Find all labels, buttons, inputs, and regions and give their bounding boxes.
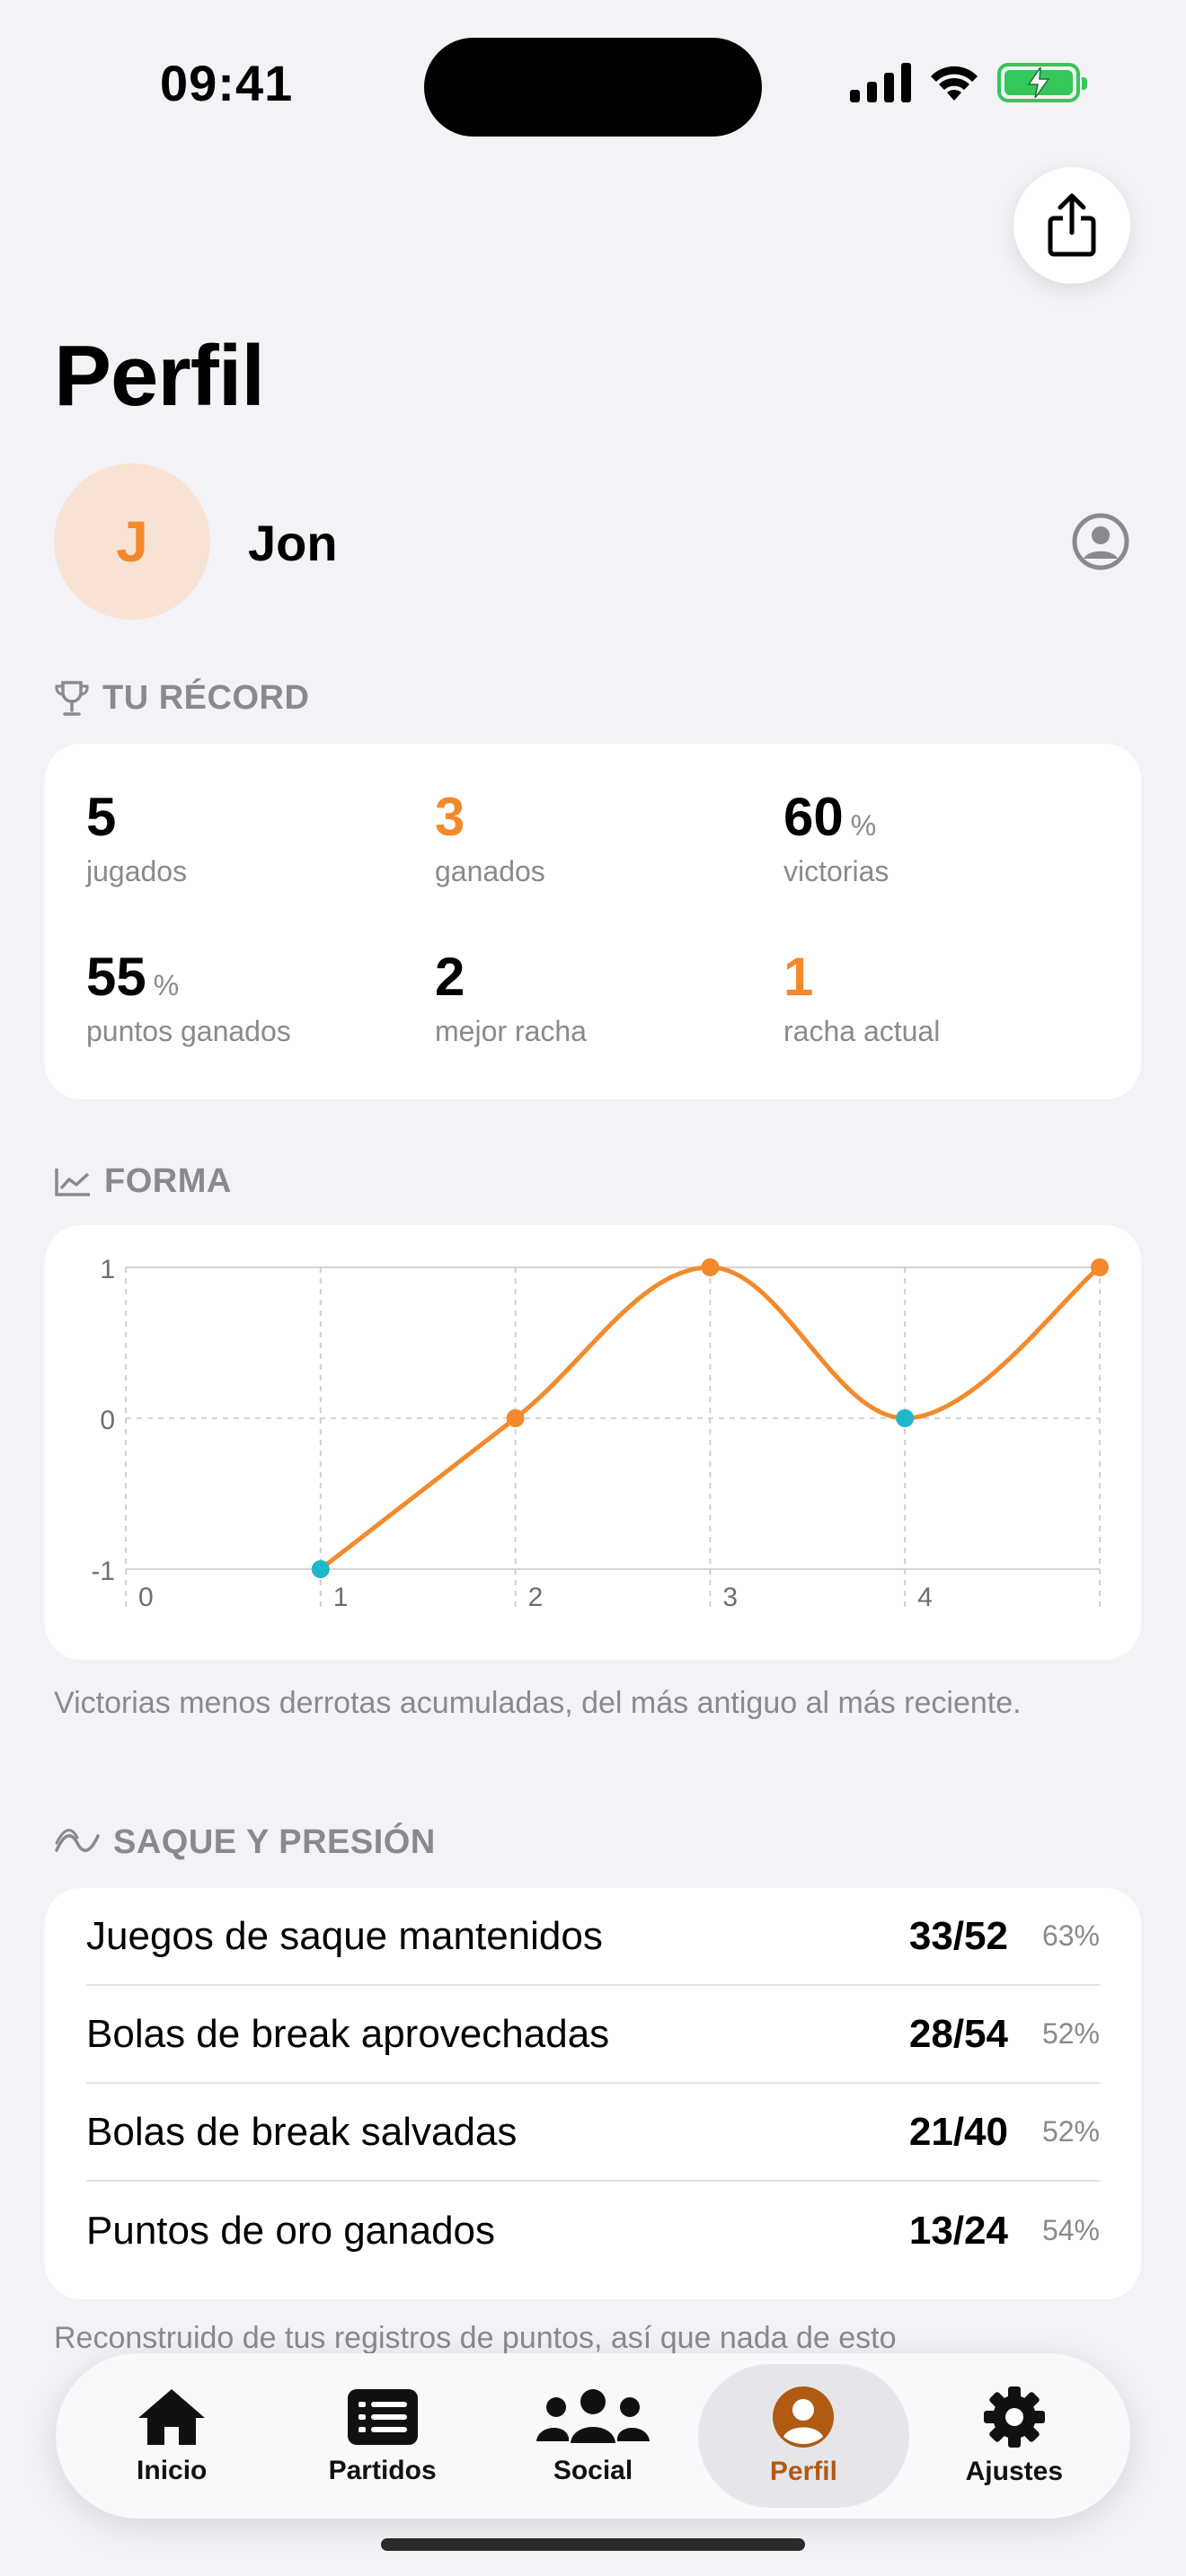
battery-icon (997, 63, 1087, 102)
person-icon (773, 2386, 835, 2448)
home-indicator (381, 2538, 805, 2551)
tab-ajustes[interactable]: Ajustes (909, 2364, 1120, 2508)
share-icon (1048, 193, 1096, 257)
y-tick-label: 0 (100, 1406, 115, 1435)
serve-row-percent: 52% (1041, 2017, 1100, 2050)
house-icon (138, 2389, 206, 2445)
tab-bar: Inicio Partidos Social Perfil Ajustes (56, 2353, 1130, 2519)
stat-value: 60 (783, 787, 844, 847)
status-icons (850, 63, 1087, 102)
avatar: J (54, 463, 210, 620)
wave-icon (55, 1828, 100, 1852)
serve-row-fraction: 28/54 (908, 2011, 1008, 2056)
serve-row: Puntos de oro ganados 13/24 54% (86, 2182, 1100, 2280)
trophy-icon (55, 680, 89, 716)
serve-row-label: Bolas de break salvadas (86, 2109, 518, 2154)
tab-label: Social (553, 2456, 633, 2485)
tab-partidos[interactable]: Partidos (277, 2364, 487, 2508)
stat-points-won: 55% puntos ganados (86, 950, 291, 1048)
serve-row-percent: 52% (1041, 2115, 1100, 2148)
serve-card: Juegos de saque mantenidos 33/52 63% Bol… (45, 1888, 1141, 2299)
serve-header-text: SAQUE Y PRESIÓN (113, 1823, 436, 1861)
tab-social[interactable]: Social (488, 2364, 698, 2508)
serve-row-label: Bolas de break aprovechadas (86, 2011, 610, 2056)
serve-row-fraction: 21/40 (908, 2109, 1008, 2154)
status-time: 09:41 (160, 55, 294, 111)
serve-row: Juegos de saque mantenidos 33/52 63% (86, 1888, 1100, 1986)
form-chart-card: 1 0 -1 0 1 2 3 4 (45, 1225, 1141, 1660)
list-icon (347, 2389, 418, 2445)
form-header-text: FORMA (104, 1162, 232, 1200)
stat-label: mejor racha (435, 1015, 587, 1047)
form-data-point (896, 1409, 915, 1427)
dynamic-island (424, 38, 762, 137)
y-tick-label: -1 (91, 1557, 115, 1586)
serve-section-header: SAQUE Y PRESIÓN (54, 1823, 436, 1862)
tab-label: Ajustes (965, 2457, 1064, 2486)
tab-label: Inicio (137, 2456, 208, 2485)
share-button[interactable] (1013, 167, 1130, 284)
serve-row-label: Juegos de saque mantenidos (86, 1913, 603, 1958)
stat-played: 5 jugados (86, 790, 187, 888)
stat-unit: % (850, 809, 877, 842)
stat-label: victorias (783, 855, 890, 887)
serve-footer-note: Reconstruido de tus registros de puntos,… (54, 2321, 897, 2355)
form-data-point (1091, 1258, 1109, 1276)
x-tick-label: 0 (138, 1583, 154, 1612)
stat-label: ganados (435, 855, 545, 887)
record-card: 5 jugados 3 ganados 60% victorias 55% pu… (45, 744, 1141, 1099)
x-tick-label: 1 (333, 1583, 349, 1612)
tab-label: Partidos (328, 2456, 437, 2485)
form-chart-caption: Victorias menos derrotas acumuladas, del… (54, 1686, 1022, 1720)
stat-value: 55 (86, 947, 146, 1007)
tab-perfil[interactable]: Perfil (698, 2364, 909, 2508)
x-tick-label: 2 (528, 1583, 544, 1612)
y-tick-label: 1 (100, 1255, 115, 1284)
stat-label: racha actual (783, 1015, 941, 1047)
stat-label: puntos ganados (86, 1015, 291, 1047)
form-data-point (506, 1409, 525, 1427)
serve-row-percent: 54% (1041, 2214, 1100, 2246)
record-section-header: TU RÉCORD (54, 679, 309, 718)
x-tick-label: 3 (722, 1583, 738, 1612)
form-data-point (701, 1258, 720, 1276)
stat-unit: % (153, 969, 180, 1001)
stat-label: jugados (86, 855, 188, 887)
serve-row: Bolas de break aprovechadas 28/54 52% (86, 1986, 1100, 2084)
wifi-icon (931, 66, 978, 101)
serve-row-fraction: 33/52 (908, 1913, 1008, 1958)
line-chart-icon (55, 1168, 90, 1196)
record-header-text: TU RÉCORD (102, 679, 310, 717)
signal-icon (850, 63, 911, 102)
x-tick-label: 4 (917, 1583, 933, 1612)
stat-value: 3 (435, 787, 465, 847)
stat-win-rate: 60% victorias (783, 790, 889, 888)
form-chart: 1 0 -1 0 1 2 3 4 (91, 1255, 1109, 1612)
serve-row-percent: 63% (1041, 1919, 1100, 1952)
stat-current-streak: 1 racha actual (783, 950, 940, 1048)
stat-value: 2 (435, 947, 465, 1007)
serve-row-fraction: 13/24 (908, 2208, 1008, 2253)
serve-row-label: Puntos de oro ganados (86, 2208, 496, 2253)
stat-value: 5 (86, 787, 117, 847)
gear-icon (983, 2386, 1045, 2448)
people-icon (536, 2389, 651, 2443)
tab-inicio[interactable]: Inicio (66, 2364, 277, 2508)
tab-label: Perfil (769, 2457, 837, 2486)
stat-best-streak: 2 mejor racha (435, 950, 587, 1048)
stat-won: 3 ganados (435, 790, 545, 888)
stat-value: 1 (783, 947, 814, 1007)
account-icon[interactable] (1071, 512, 1130, 571)
user-name: Jon (248, 515, 338, 571)
form-data-point (311, 1560, 330, 1578)
serve-row: Bolas de break salvadas 21/40 52% (86, 2084, 1100, 2182)
form-section-header: FORMA (54, 1162, 232, 1201)
page-title: Perfil (54, 328, 265, 424)
